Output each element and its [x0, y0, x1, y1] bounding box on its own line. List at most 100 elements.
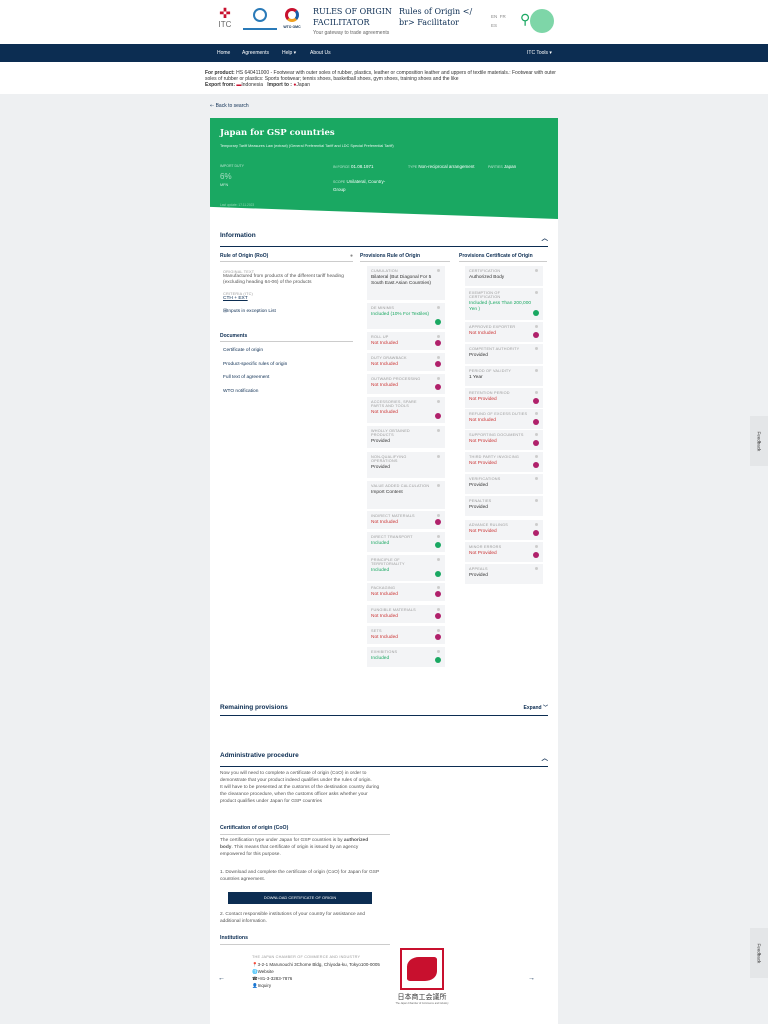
back-to-search-link[interactable]: ⇠ Back to search	[210, 103, 249, 109]
provision-cell: RETENTION PERIOD Not Provided	[465, 388, 543, 408]
lang-es[interactable]: ES	[491, 23, 497, 28]
info-icon[interactable]	[535, 523, 538, 526]
provision-cell: PACKAGING Not Included	[367, 583, 445, 601]
document-link[interactable]: Certificate of origin	[223, 348, 351, 354]
info-icon[interactable]	[437, 269, 440, 272]
info-icon[interactable]	[437, 356, 440, 359]
nav-help[interactable]: Help ▾	[282, 50, 296, 56]
provision-cell: DUTY DRAWBACK Not Included	[367, 353, 445, 371]
info-icon[interactable]	[535, 269, 538, 272]
info-icon[interactable]	[437, 335, 440, 338]
lang-fr[interactable]: FR	[500, 14, 506, 19]
provision-value: Provided	[371, 439, 390, 444]
info-icon[interactable]	[437, 377, 440, 380]
institution-inquiry[interactable]: 👤Inquiry	[252, 982, 382, 989]
info-icon[interactable]	[535, 499, 538, 502]
jcci-logo-text: 日本商工会議所	[397, 993, 447, 1001]
info-icon[interactable]	[437, 306, 440, 309]
document-link[interactable]: WTO notification	[223, 389, 351, 395]
info-icon[interactable]	[535, 291, 538, 294]
expand-button[interactable]: Expand ﹀	[524, 704, 548, 711]
prev-arrow-icon[interactable]: ←	[218, 975, 225, 982]
info-icon[interactable]	[437, 558, 440, 561]
itc-logo[interactable]: ✜ ITC	[214, 6, 236, 29]
info-icon[interactable]	[437, 455, 440, 458]
info-icon[interactable]	[535, 391, 538, 394]
provision-label: CUMULATION	[371, 269, 398, 273]
provision-cell: PERIOD OF VALIDITY 1 Year	[465, 366, 543, 386]
info-icon[interactable]	[437, 484, 440, 487]
provision-cell: REFUND OF EXCESS DUTIES Not Included	[465, 409, 543, 429]
provision-label: NON-QUALIFYING OPERATIONS	[371, 455, 407, 463]
nav-itc-tools[interactable]: ITC Tools ▾	[527, 50, 552, 56]
provision-label: PENALTIES	[469, 499, 492, 503]
network-icon[interactable]	[530, 9, 554, 33]
provision-label: VALUE ADDED CALCULATION	[371, 484, 430, 488]
info-icon[interactable]	[437, 429, 440, 432]
info-icon[interactable]	[535, 477, 538, 480]
info-icon[interactable]	[535, 347, 538, 350]
info-icon[interactable]	[535, 455, 538, 458]
info-icon[interactable]	[535, 545, 538, 548]
provision-label: REFUND OF EXCESS DUTIES	[469, 412, 528, 416]
administrative-procedure-header[interactable]: Administrative procedure ︿	[220, 752, 548, 767]
lang-en[interactable]: EN	[491, 14, 497, 19]
provision-cell: SUPPORTING DOCUMENTS Not Provided	[465, 430, 543, 450]
exception-list-link[interactable]: ⊞Inputs in exception List	[223, 309, 351, 315]
info-icon[interactable]	[535, 412, 538, 415]
institution-website[interactable]: 🌐Website	[252, 968, 382, 975]
info-icon[interactable]	[437, 586, 440, 589]
info-icon[interactable]	[437, 608, 440, 611]
institution-phone: ☎+81-3-3283-7876	[252, 976, 293, 981]
not-included-status-icon	[435, 519, 441, 525]
original-text: Manufactured from products of the differ…	[223, 274, 344, 285]
provision-cell: ROLL UP Not Included	[367, 332, 445, 350]
info-icon[interactable]	[535, 325, 538, 328]
agreement-subtitle: Temporary Tariff Measures Law (extract) …	[220, 144, 394, 148]
info-icon[interactable]	[437, 650, 440, 653]
product-bar: For product: HS 640411000 - Footwear wit…	[0, 62, 768, 94]
chevron-up-icon[interactable]: ︿	[542, 752, 549, 762]
main-nav: Home Agreements Help ▾ About Us ITC Tool…	[0, 44, 768, 62]
nav-agreements[interactable]: Agreements	[242, 50, 269, 56]
provision-value: Included (10% For Textiles)	[371, 312, 430, 317]
info-icon[interactable]	[437, 514, 440, 517]
chevron-up-icon[interactable]: ︿	[542, 232, 549, 242]
provision-cell: APPEALS Provided	[465, 564, 543, 584]
info-icon[interactable]	[535, 567, 538, 570]
provision-label: WHOLLY OBTAINED PRODUCTS	[371, 429, 410, 437]
provision-value: Not Provided	[469, 439, 497, 444]
information-header[interactable]: Information ︿	[220, 232, 548, 247]
info-icon[interactable]	[535, 433, 538, 436]
provision-label: EXHIBITIONS	[371, 650, 398, 654]
site-header: ✜ ITC WTO OMC RULES OF ORIGIN FACILITATO…	[0, 0, 768, 44]
info-icon[interactable]	[437, 535, 440, 538]
feedback-tab[interactable]: Feedback	[750, 416, 768, 466]
download-coo-button[interactable]: DOWNLOAD CERTIFICATE OF ORIGIN	[228, 892, 372, 904]
info-icon[interactable]	[437, 629, 440, 632]
nav-home[interactable]: Home	[217, 50, 230, 56]
not-included-status-icon	[435, 340, 441, 346]
document-link[interactable]: Product-specific rules of origin	[223, 362, 351, 368]
next-arrow-icon[interactable]: →	[528, 975, 535, 982]
provision-label: PRINCIPLE OF TERRITORIALITY	[371, 558, 405, 566]
provision-value: Not Included	[371, 592, 398, 597]
provision-value: Included	[371, 656, 390, 661]
criteria-link[interactable]: CTH + EXT	[223, 296, 351, 302]
included-status-icon	[435, 319, 441, 325]
remaining-provisions-header[interactable]: Remaining provisions Expand ﹀	[220, 704, 548, 716]
import-label: Import to :	[267, 82, 292, 88]
coo-title: Certification of origin (CoO)	[220, 825, 390, 835]
step-1-text: 1. Download and complete the certificate…	[220, 870, 380, 882]
wipo-logo	[243, 8, 277, 34]
nav-about[interactable]: About Us	[310, 50, 331, 56]
feedback-tab[interactable]: Feedback	[750, 928, 768, 978]
provision-value: Not Provided	[469, 397, 497, 402]
provision-cell: VERIFICATIONS Provided	[465, 474, 543, 494]
not-included-status-icon	[533, 462, 539, 468]
info-icon[interactable]	[437, 400, 440, 403]
document-link[interactable]: Full text of agreement	[223, 375, 351, 381]
step-2-text: 2. Contact responsible institutions of y…	[220, 912, 366, 924]
provision-value: Bilateral (But Diagonal For 5 South East…	[371, 275, 432, 286]
info-icon[interactable]	[535, 369, 538, 372]
